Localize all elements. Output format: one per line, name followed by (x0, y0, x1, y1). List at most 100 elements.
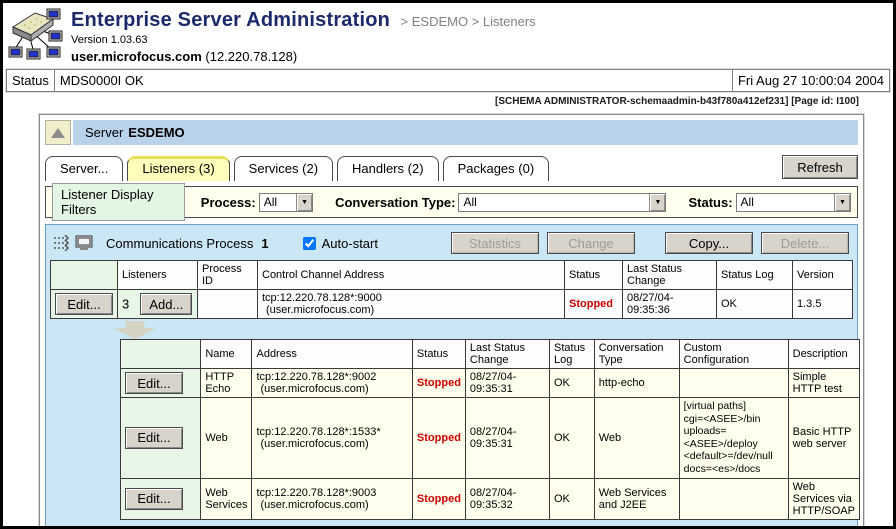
status-cell: Stopped (565, 290, 623, 319)
chevron-down-icon[interactable]: ▼ (834, 194, 850, 211)
address-line2: (user.microfocus.com) (256, 438, 407, 450)
edit-cell: Edit... (121, 369, 201, 398)
autostart-checkbox[interactable] (303, 237, 316, 250)
status-label: Status (7, 70, 55, 91)
header-status-log: Status Log (717, 261, 793, 290)
tab-packages[interactable]: Packages (0) (443, 156, 550, 181)
status-cell: Stopped (412, 478, 465, 519)
edit-listener-button[interactable]: Edit... (125, 488, 183, 510)
header-text: Enterprise Server Administration > ESDEM… (63, 7, 536, 67)
chevron-down-icon[interactable]: ▼ (649, 194, 665, 211)
server-name: ESDEMO (128, 125, 184, 140)
expand-arrow-icon (114, 321, 156, 339)
header-edit (121, 340, 201, 369)
communications-process-row: Communications Process 1 Auto-start Stat… (50, 230, 853, 256)
tab-server[interactable]: Server... (45, 156, 123, 181)
header-description: Description (788, 340, 859, 369)
last-status-change-cell: 08/27/04-09:35:31 (465, 369, 549, 398)
process-arrows-icon (54, 235, 98, 251)
comms-process-number: 1 (261, 236, 268, 251)
autostart-label: Auto-start (322, 236, 378, 251)
status-bar: Status MDS0000I OK Fri Aug 27 10:00:04 2… (6, 69, 890, 92)
status-cell: Stopped (412, 398, 465, 479)
conversation-type-cell: Web (594, 398, 679, 479)
conversation-filter-label: Conversation Type: (335, 195, 455, 210)
refresh-button[interactable]: Refresh (782, 155, 858, 179)
server-panel: Server ESDEMO Server... Listeners (3) Se… (39, 114, 864, 529)
edit-listener-button[interactable]: Edit... (125, 427, 183, 449)
server-prefix: Server (85, 125, 123, 140)
computer-icon (76, 236, 92, 250)
header-name: Name (201, 340, 252, 369)
process-id-cell (198, 290, 258, 319)
process-filter-label: Process: (201, 195, 256, 210)
description-cell: Web Services via HTTP/SOAP (788, 478, 859, 519)
status-log-cell: OK (550, 478, 595, 519)
last-status-change-cell: 08/27/04-09:35:31 (465, 398, 549, 479)
page: Enterprise Server Administration > ESDEM… (0, 0, 896, 529)
process-table-header: Listeners Process ID Control Channel Add… (51, 261, 853, 290)
address-line1: tcp:12.220.78.128*:9003 (256, 487, 407, 499)
version-label: Version 1.03.63 (71, 34, 536, 46)
breadcrumb[interactable]: > ESDEMO > Listeners (401, 14, 536, 29)
listener-filters-bar: Listener Display Filters Process: All ▼ … (45, 186, 858, 218)
chevron-down-icon[interactable]: ▼ (296, 194, 312, 211)
edit-listener-button[interactable]: Edit... (125, 372, 183, 394)
host-name: user.microfocus.com (71, 49, 202, 64)
custom-configuration-cell (679, 478, 788, 519)
listener-row: Edit... Web tcp:12.220.78.128*:1533* (us… (121, 398, 860, 479)
header-edit (51, 261, 118, 290)
status-log-cell: OK (550, 398, 595, 479)
conversation-filter-value: All (459, 194, 649, 211)
listeners-cell: 3 Add... (118, 290, 198, 319)
conversation-type-cell: Web Services and J2EE (594, 478, 679, 519)
status-log-cell: OK (717, 290, 793, 319)
address-cell: tcp:12.220.78.128*:9003 (user.microfocus… (252, 478, 412, 519)
copy-button[interactable]: Copy... (665, 232, 753, 254)
edit-process-button[interactable]: Edit... (55, 293, 113, 315)
edit-cell: Edit... (121, 398, 201, 479)
version-cell: 1.3.5 (793, 290, 853, 319)
conversation-filter-select[interactable]: All ▼ (458, 193, 666, 212)
tab-handlers[interactable]: Handlers (2) (337, 156, 439, 181)
status-cell: Stopped (412, 369, 465, 398)
header-last-status-change: Last Status Change (465, 340, 549, 369)
control-channel-cell: tcp:12.220.78.128*:9000 (user.microfocus… (258, 290, 565, 319)
network-logo-icon (7, 7, 63, 63)
header-process-id: Process ID (198, 261, 258, 290)
tab-listeners[interactable]: Listeners (3) (127, 156, 229, 181)
status-log-cell: OK (550, 369, 595, 398)
collapse-button[interactable] (45, 120, 71, 145)
delete-button: Delete... (761, 232, 849, 254)
listeners-table-header: Name Address Status Last Status Change S… (121, 340, 860, 369)
header-status: Status (412, 340, 465, 369)
statistics-button: Statistics (451, 232, 539, 254)
process-filter-value: All (260, 194, 296, 211)
server-bar: Server ESDEMO (45, 120, 858, 145)
name-cell: HTTP Echo (201, 369, 252, 398)
tab-services[interactable]: Services (2) (234, 156, 333, 181)
listener-row: Edit... HTTP Echo tcp:12.220.78.128*:900… (121, 369, 860, 398)
status-filter-select[interactable]: All ▼ (736, 193, 851, 212)
description-cell: Basic HTTP web server (788, 398, 859, 479)
host-line: user.microfocus.com (12.220.78.128) (71, 49, 536, 64)
status-filter-label: Status: (688, 195, 732, 210)
communications-section: Communications Process 1 Auto-start Stat… (45, 224, 858, 529)
add-listener-button[interactable]: Add... (140, 293, 192, 315)
address-line1: tcp:12.220.78.128*:1533* (256, 426, 407, 438)
process-filter-select[interactable]: All ▼ (259, 193, 313, 212)
status-filter-value: All (737, 194, 834, 211)
session-info: [SCHEMA ADMINISTRATOR-schemaadmin-b43f78… (3, 92, 893, 110)
address-line2: (user.microfocus.com) (256, 499, 407, 511)
name-cell: Web Services (201, 478, 252, 519)
last-status-change-cell: 08/27/04-09:35:32 (465, 478, 549, 519)
comms-icons (54, 235, 98, 251)
name-cell: Web (201, 398, 252, 479)
last-status-change-cell: 08/27/04-09:35:36 (623, 290, 717, 319)
app-header: Enterprise Server Administration > ESDEM… (3, 3, 893, 67)
tabs-row: Server... Listeners (3) Services (2) Han… (45, 151, 858, 181)
page-title: Enterprise Server Administration (71, 9, 390, 31)
process-table: Listeners Process ID Control Channel Add… (50, 260, 853, 319)
server-title: Server ESDEMO (73, 120, 858, 145)
header-status: Status (565, 261, 623, 290)
